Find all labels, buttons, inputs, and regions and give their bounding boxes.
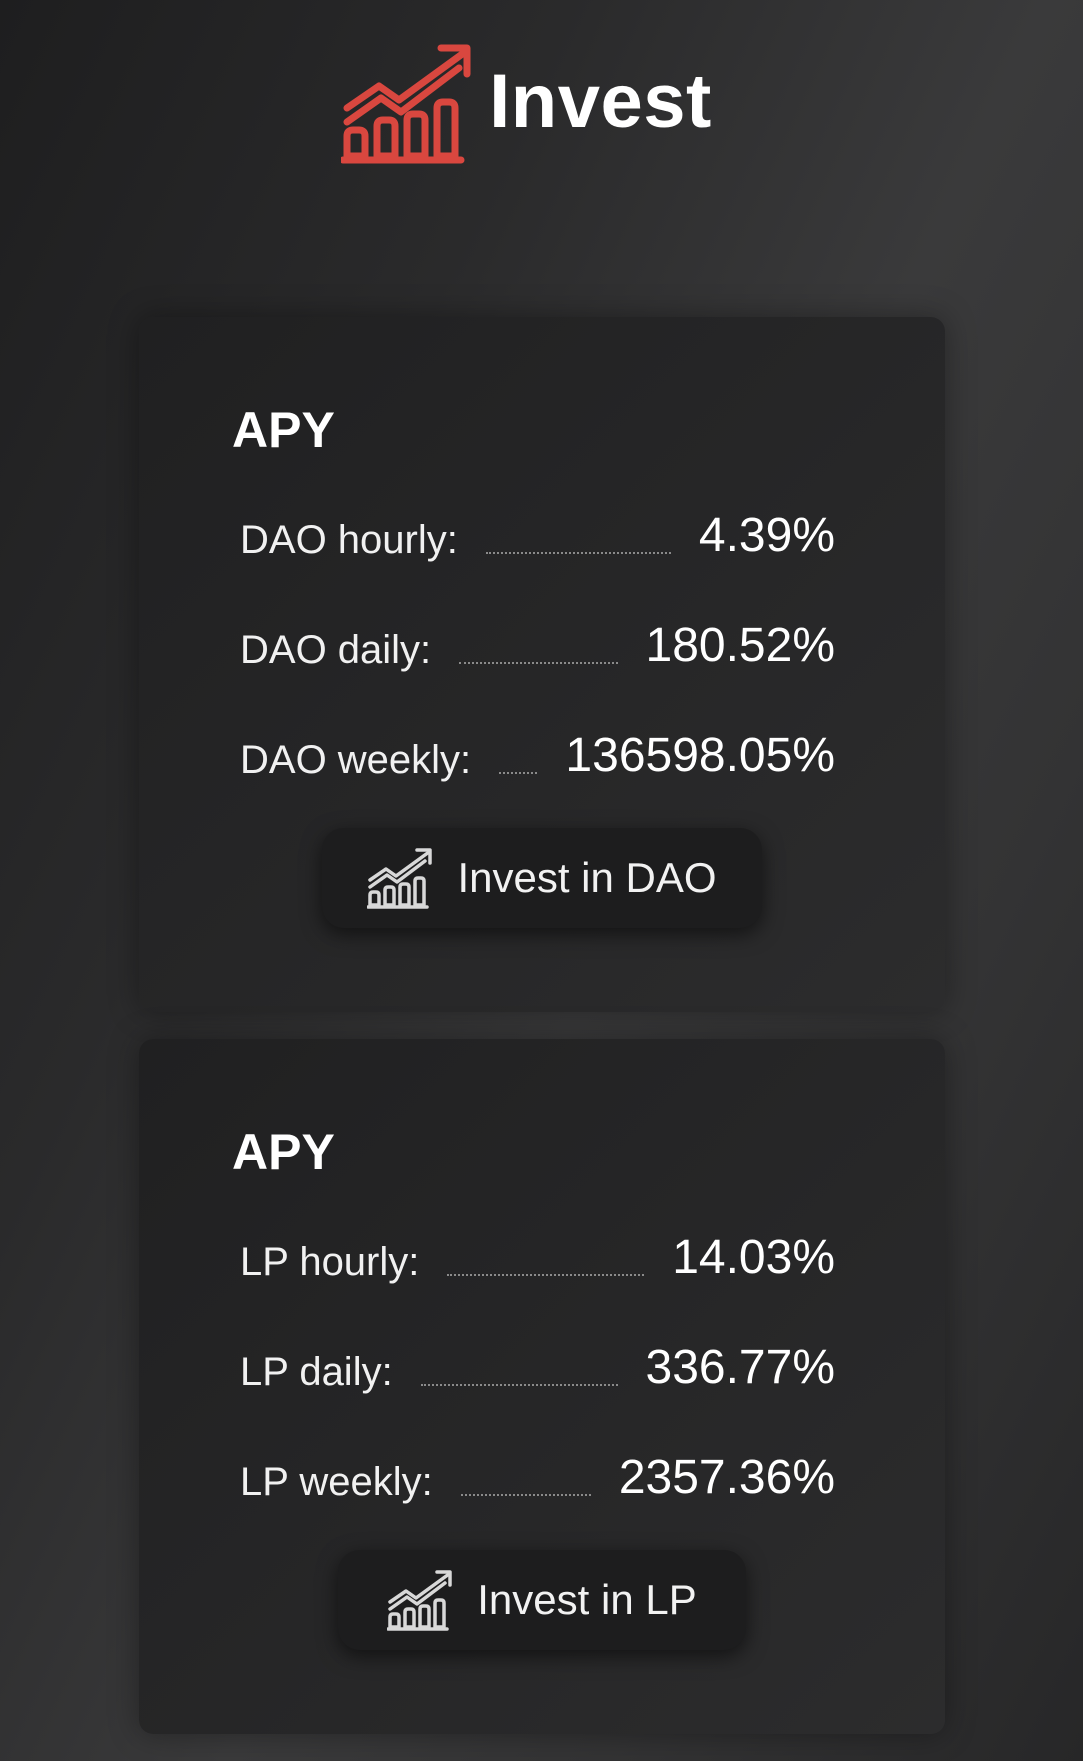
- row-label: DAO weekly:: [240, 738, 472, 782]
- apy-row-lp-hourly: LP hourly: 14.03%: [240, 1222, 835, 1284]
- growth-chart-icon: [387, 1570, 453, 1631]
- apy-row-dao-daily: DAO daily: 180.52%: [240, 610, 836, 672]
- dao-apy-card: APY DAO hourly: 4.39% DAO daily: 180.52%…: [139, 317, 945, 1012]
- row-value: 4.39%: [698, 509, 835, 562]
- lp-apy-card: APY LP hourly: 14.03% LP daily: 336.77% …: [139, 1039, 945, 1734]
- dotted-leader: [459, 662, 618, 664]
- growth-chart-icon: [341, 44, 471, 163]
- row-label: LP hourly:: [240, 1240, 420, 1284]
- dotted-leader: [499, 772, 538, 774]
- invest-in-lp-button[interactable]: Invest in LP: [338, 1550, 746, 1650]
- apy-row-dao-hourly: DAO hourly: 4.39%: [240, 500, 835, 562]
- row-value: 2357.36%: [618, 1451, 835, 1504]
- dotted-leader: [420, 1384, 618, 1386]
- dotted-leader: [485, 552, 671, 554]
- row-value: 14.03%: [672, 1231, 835, 1284]
- page-header: Invest: [0, 34, 1083, 169]
- card-heading: APY: [232, 402, 335, 458]
- invest-in-dao-button[interactable]: Invest in DAO: [322, 828, 762, 928]
- row-value: 136598.05%: [565, 729, 835, 782]
- growth-chart-icon: [367, 848, 433, 909]
- row-label: DAO hourly:: [240, 518, 458, 562]
- row-value: 180.52%: [645, 619, 836, 672]
- dotted-leader: [460, 1494, 591, 1496]
- apy-row-dao-weekly: DAO weekly: 136598.05%: [240, 720, 835, 782]
- dotted-leader: [447, 1274, 645, 1276]
- page-title: Invest: [489, 59, 712, 144]
- row-label: LP daily:: [240, 1350, 393, 1394]
- card-heading: APY: [232, 1124, 335, 1180]
- row-label: LP weekly:: [240, 1460, 433, 1504]
- button-label: Invest in DAO: [457, 854, 717, 901]
- row-value: 336.77%: [645, 1341, 836, 1394]
- row-label: DAO daily:: [240, 628, 432, 672]
- apy-row-lp-daily: LP daily: 336.77%: [240, 1332, 836, 1394]
- button-label: Invest in LP: [477, 1576, 697, 1623]
- apy-row-lp-weekly: LP weekly: 2357.36%: [240, 1442, 835, 1504]
